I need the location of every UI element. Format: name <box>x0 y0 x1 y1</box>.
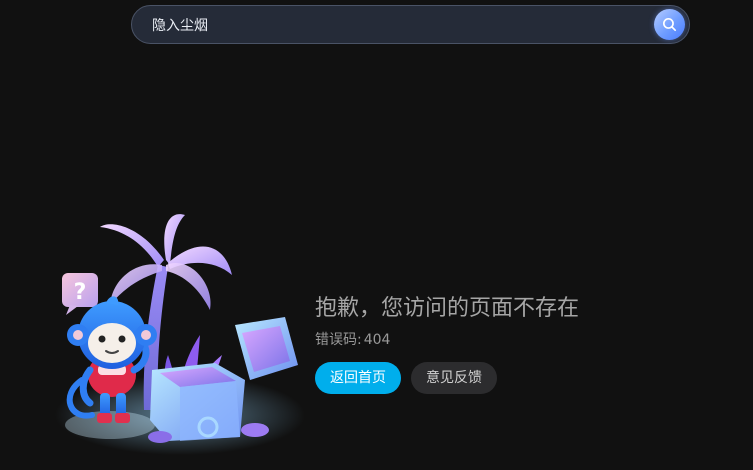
feedback-button[interactable]: 意见反馈 <box>411 362 497 394</box>
error-actions: 返回首页 意见反馈 <box>315 362 579 394</box>
svg-text:?: ? <box>74 280 87 305</box>
search-input[interactable] <box>132 6 654 43</box>
error-code-label: 错误码: <box>315 332 362 348</box>
error-code: 错误码: 404 <box>315 330 579 350</box>
error-title: 抱歉，您访问的页面不存在 <box>315 296 580 321</box>
back-home-button[interactable]: 返回首页 <box>315 362 401 394</box>
search-icon <box>661 16 678 33</box>
search-bar <box>131 5 690 44</box>
error-code-value: 404 <box>363 332 391 348</box>
error-illustration: ? <box>40 205 320 455</box>
search-button[interactable] <box>654 9 685 40</box>
error-panel: 抱歉，您访问的页面不存在 错误码: 404 返回首页 意见反馈 <box>315 294 579 394</box>
